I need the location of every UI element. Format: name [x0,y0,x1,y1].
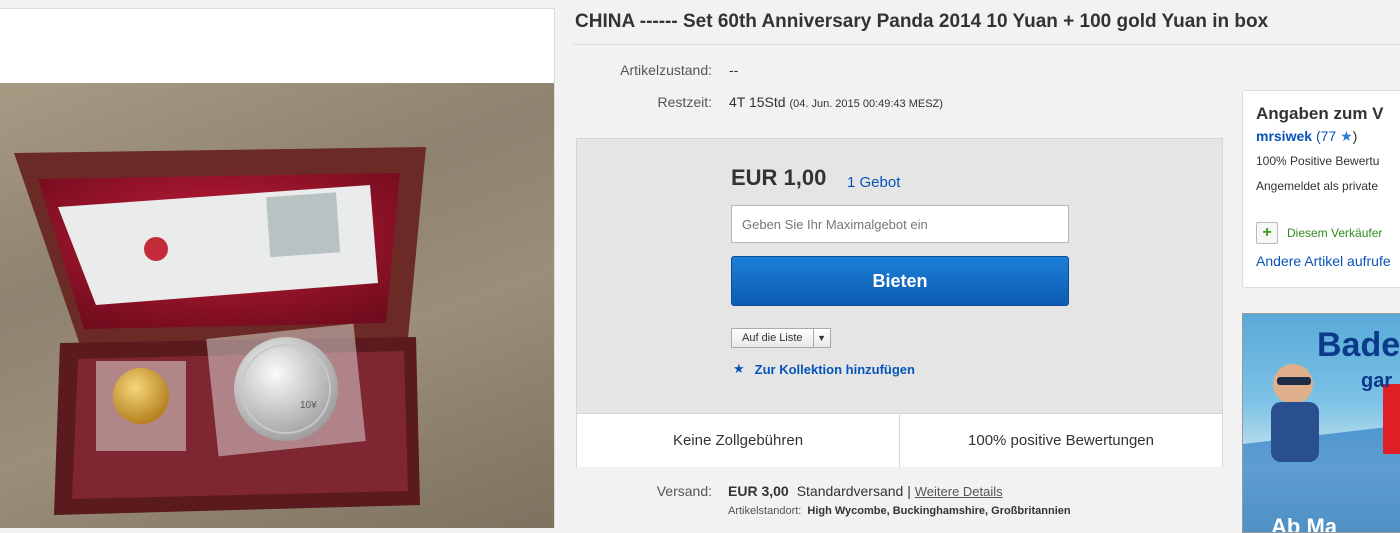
title-divider [573,44,1400,45]
advertisement-banner[interactable]: Bade gar Ab Ma [1242,313,1400,533]
follow-seller-button[interactable]: + Diesem Verkäufer [1256,222,1382,244]
seller-info-heading: Angaben zum V [1256,104,1384,123]
add-to-collection-label: Zur Kollektion hinzufügen [754,361,915,377]
item-location: Artikelstandort: High Wycombe, Buckingham… [728,505,1071,517]
bid-count-link[interactable]: 1 Gebot [847,174,900,191]
product-photo[interactable]: 10¥ [0,83,554,528]
seller-info-box: Angaben zum V mrsiwek (77 ★) 100% Positi… [1242,90,1400,288]
condition-label: Artikelzustand: [620,62,712,78]
no-customs-fees: Keine Zollgebühren [672,432,804,449]
max-bid-input[interactable] [731,205,1069,243]
seller-name-link[interactable]: mrsiwek [1256,128,1312,144]
follow-seller-label: Diesem Verkäufer [1287,226,1383,240]
shipping-details-link[interactable]: Weitere Details [915,484,1003,499]
seller-name-row: mrsiwek (77 ★) [1256,128,1357,145]
item-title: CHINA ------ Set 60th Anniversary Panda … [575,11,1269,32]
shipping-value: EUR 3,00 Standardversand | Weitere Detail… [728,483,1003,499]
bid-footer: Keine Zollgebühren 100% positive Bewertu… [577,413,1222,467]
feedback-score[interactable]: (77 [1316,128,1336,144]
item-location-value: High Wycombe, Buckinghamshire, Großbrita… [807,505,1071,517]
item-location-label: Artikelstandort: [728,505,802,517]
watchlist-control: Auf die Liste ▼ [731,328,831,348]
time-left-duration: 4T 15Std [729,94,786,110]
star-icon: ★ [733,361,745,376]
positive-ratings: 100% positive Bewertungen [899,414,1222,467]
image-gallery-panel: 10¥ [0,8,555,528]
add-to-collection-link[interactable]: ★ Zur Kollektion hinzufügen [733,361,915,377]
seller-registration: Angemeldet als private [1256,179,1379,193]
feedback-score-close: ) [1352,128,1358,144]
coin-box-illustration: 10¥ [14,147,426,515]
shipping-label: Versand: [656,483,712,499]
shipping-cost: EUR 3,00 [728,483,789,499]
coin-denomination: 10¥ [300,400,317,411]
ad-brand-text: Bade [1317,326,1400,364]
bid-box: EUR 1,00 1 Gebot Bieten Auf die Liste ▼ … [576,138,1223,467]
ad-sub-text: gar [1361,370,1393,392]
bid-button[interactable]: Bieten [731,256,1069,306]
seller-positive-feedback: 100% Positive Bewertu [1256,154,1380,168]
current-price: EUR 1,00 [731,165,827,190]
ad-bottom-text: Ab Ma [1271,514,1337,533]
time-left-end: (04. Jun. 2015 00:49:43 MESZ) [789,98,943,110]
watchlist-dropdown-chevron-icon[interactable]: ▼ [813,328,831,348]
shipping-method: Standardversand | [796,483,911,499]
star-icon: ★ [1340,128,1353,144]
time-left-label: Restzeit: [657,94,712,110]
add-to-watchlist-button[interactable]: Auf die Liste [731,328,814,348]
condition-value: -- [729,62,739,78]
time-left-value: 4T 15Std (04. Jun. 2015 00:49:43 MESZ) [729,94,943,110]
plus-icon: + [1256,222,1278,244]
seller-other-items-link[interactable]: Andere Artikel aufrufe [1256,253,1391,269]
